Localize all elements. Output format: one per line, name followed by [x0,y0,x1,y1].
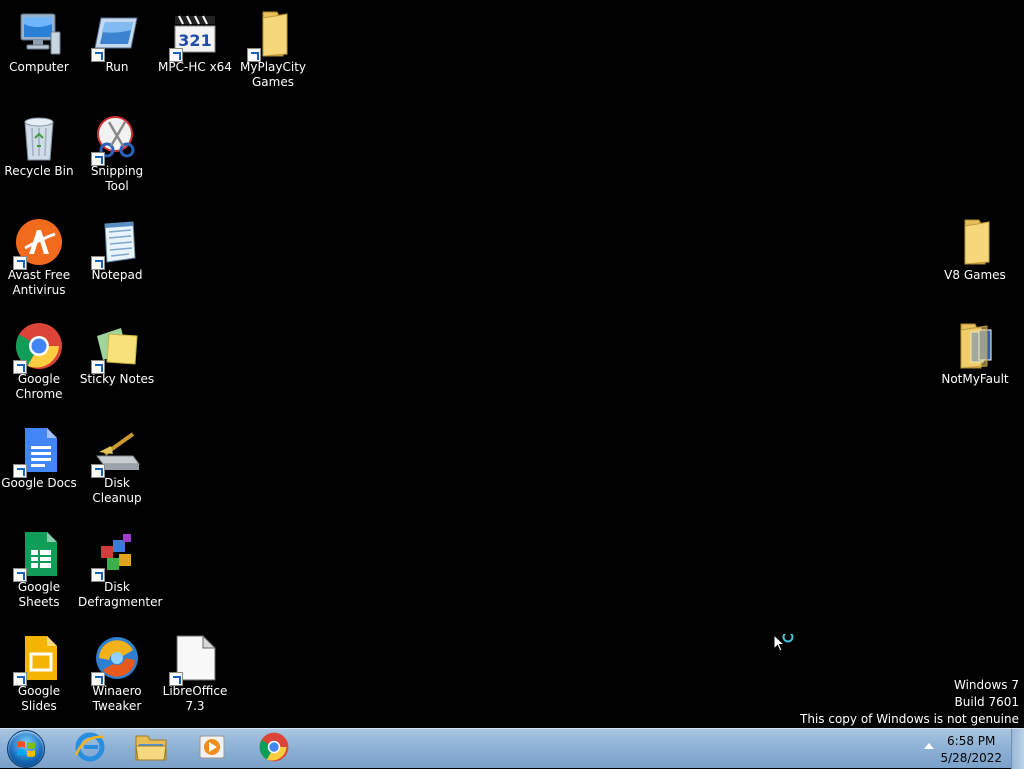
google-docs-icon [13,426,63,478]
taskbar-button-windows-explorer[interactable] [123,731,179,767]
desktop-icon-label: Google Slides [17,684,61,713]
desktop-icon-recycle-bin[interactable]: Recycle Bin [0,108,78,179]
shortcut-arrow-icon [13,360,27,374]
mpc-hc-icon: 321 [169,10,219,62]
snipping-tool-icon [91,114,141,166]
desktop-icon-label: Disk Cleanup [92,476,142,505]
taskbar: 6:58 PM 5/28/2022 [0,728,1024,769]
windows-media-player-icon [196,732,228,766]
desktop-icon-label: Disk Defragmenter [78,580,163,609]
google-slides-icon [13,634,63,686]
google-chrome-icon [13,322,63,374]
clock[interactable]: 6:58 PM 5/28/2022 [940,733,1002,767]
desktop-icon-mpc-hc[interactable]: 321 MPC-HC x64 [156,4,234,75]
disk-defragmenter-icon [91,530,141,582]
shortcut-arrow-icon [247,48,261,62]
desktop-icon-google-sheets[interactable]: Google Sheets [0,524,78,610]
desktop-icon-label: MPC-HC x64 [158,60,232,74]
desktop-icon-avast[interactable]: Avast Free Antivirus [0,212,78,298]
desktop-icon-myplaycity-games[interactable]: MyPlayCity Games [234,4,312,90]
desktop-icon-label: LibreOffice 7.3 [162,684,228,713]
desktop-icon-label: Avast Free Antivirus [7,268,71,297]
folder-icon [951,322,999,370]
clock-time: 6:58 PM [947,734,996,748]
desktop-icon-google-chrome[interactable]: Google Chrome [0,316,78,402]
desktop-icon-computer[interactable]: Computer [0,4,78,75]
run-icon [91,10,141,62]
desktop-icon-label: NotMyFault [941,372,1009,386]
watermark-line: This copy of Windows is not genuine [800,712,1019,726]
desktop-icon-snipping-tool[interactable]: Snipping Tool [78,108,156,194]
desktop-icon-label: Recycle Bin [4,164,74,178]
desktop-icon-google-docs[interactable]: Google Docs [0,420,78,491]
desktop-icon-libreoffice[interactable]: LibreOffice 7.3 [156,628,234,714]
shortcut-arrow-icon [91,152,105,166]
shortcut-arrow-icon [169,672,183,686]
desktop-icon-label: V8 Games [944,268,1006,282]
libreoffice-icon [169,634,219,686]
google-sheets-icon [13,530,63,582]
folder-icon [247,10,297,62]
desktop-icon-v8-games[interactable]: V8 Games [936,212,1014,283]
desktop-icon-disk-defragmenter[interactable]: Disk Defragmenter [78,524,163,610]
busy-cursor-icon [773,631,797,658]
desktop-icon-label: Google Docs [1,476,77,490]
windows-watermark: Windows 7 Build 7601 This copy of Window… [800,677,1019,728]
shortcut-arrow-icon [13,464,27,478]
svg-text:321: 321 [178,31,211,50]
show-hidden-icons-button[interactable] [924,743,934,749]
winaero-tweaker-icon [91,634,141,686]
notification-area: 6:58 PM 5/28/2022 [914,729,1024,769]
desktop-icon-notmyfault[interactable]: NotMyFault [936,316,1014,387]
shortcut-arrow-icon [13,672,27,686]
desktop: Computer Recycle Bin Avast Free Antiviru… [0,0,1024,728]
shortcut-arrow-icon [91,672,105,686]
show-desktop-button[interactable] [1011,729,1024,769]
desktop-icon-label: Winaero Tweaker [92,684,142,713]
desktop-icon-label: Notepad [91,268,143,282]
desktop-icon-label: Google Chrome [15,372,63,401]
desktop-icon-sticky-notes[interactable]: Sticky Notes [78,316,156,387]
clock-date: 5/28/2022 [940,751,1002,765]
google-chrome-icon [259,732,289,766]
watermark-line: Build 7601 [954,695,1019,709]
recycle-bin-icon [15,114,63,162]
windows-explorer-icon [134,732,168,766]
shortcut-arrow-icon [13,256,27,270]
watermark-line: Windows 7 [953,678,1019,692]
disk-cleanup-icon [91,426,141,478]
desktop-icon-disk-cleanup[interactable]: Disk Cleanup [78,420,156,506]
shortcut-arrow-icon [91,464,105,478]
start-button[interactable] [4,730,48,768]
desktop-icon-label: Google Sheets [17,580,61,609]
shortcut-arrow-icon [169,48,183,62]
desktop-icon-notepad[interactable]: Notepad [78,212,156,283]
desktop-icon-label: Sticky Notes [79,372,155,386]
shortcut-arrow-icon [91,256,105,270]
avast-icon [13,218,63,270]
sticky-notes-icon [91,322,141,374]
folder-icon [951,218,999,266]
taskbar-button-internet-explorer[interactable] [62,731,118,767]
desktop-icon-label: Computer [9,60,69,74]
internet-explorer-icon [74,731,106,767]
desktop-icon-run[interactable]: Run [78,4,156,75]
desktop-icon-winaero-tweaker[interactable]: Winaero Tweaker [78,628,156,714]
windows-logo-icon [7,730,45,768]
computer-icon [15,10,63,58]
desktop-icon-google-slides[interactable]: Google Slides [0,628,78,714]
shortcut-arrow-icon [91,568,105,582]
notepad-icon [91,218,141,270]
shortcut-arrow-icon [13,568,27,582]
shortcut-arrow-icon [91,48,105,62]
taskbar-button-windows-media-player[interactable] [184,731,240,767]
desktop-icon-label: Run [105,60,129,74]
shortcut-arrow-icon [91,360,105,374]
desktop-icon-label: MyPlayCity Games [240,60,306,89]
desktop-icon-label: Snipping Tool [90,164,144,193]
taskbar-button-google-chrome[interactable] [246,731,302,767]
